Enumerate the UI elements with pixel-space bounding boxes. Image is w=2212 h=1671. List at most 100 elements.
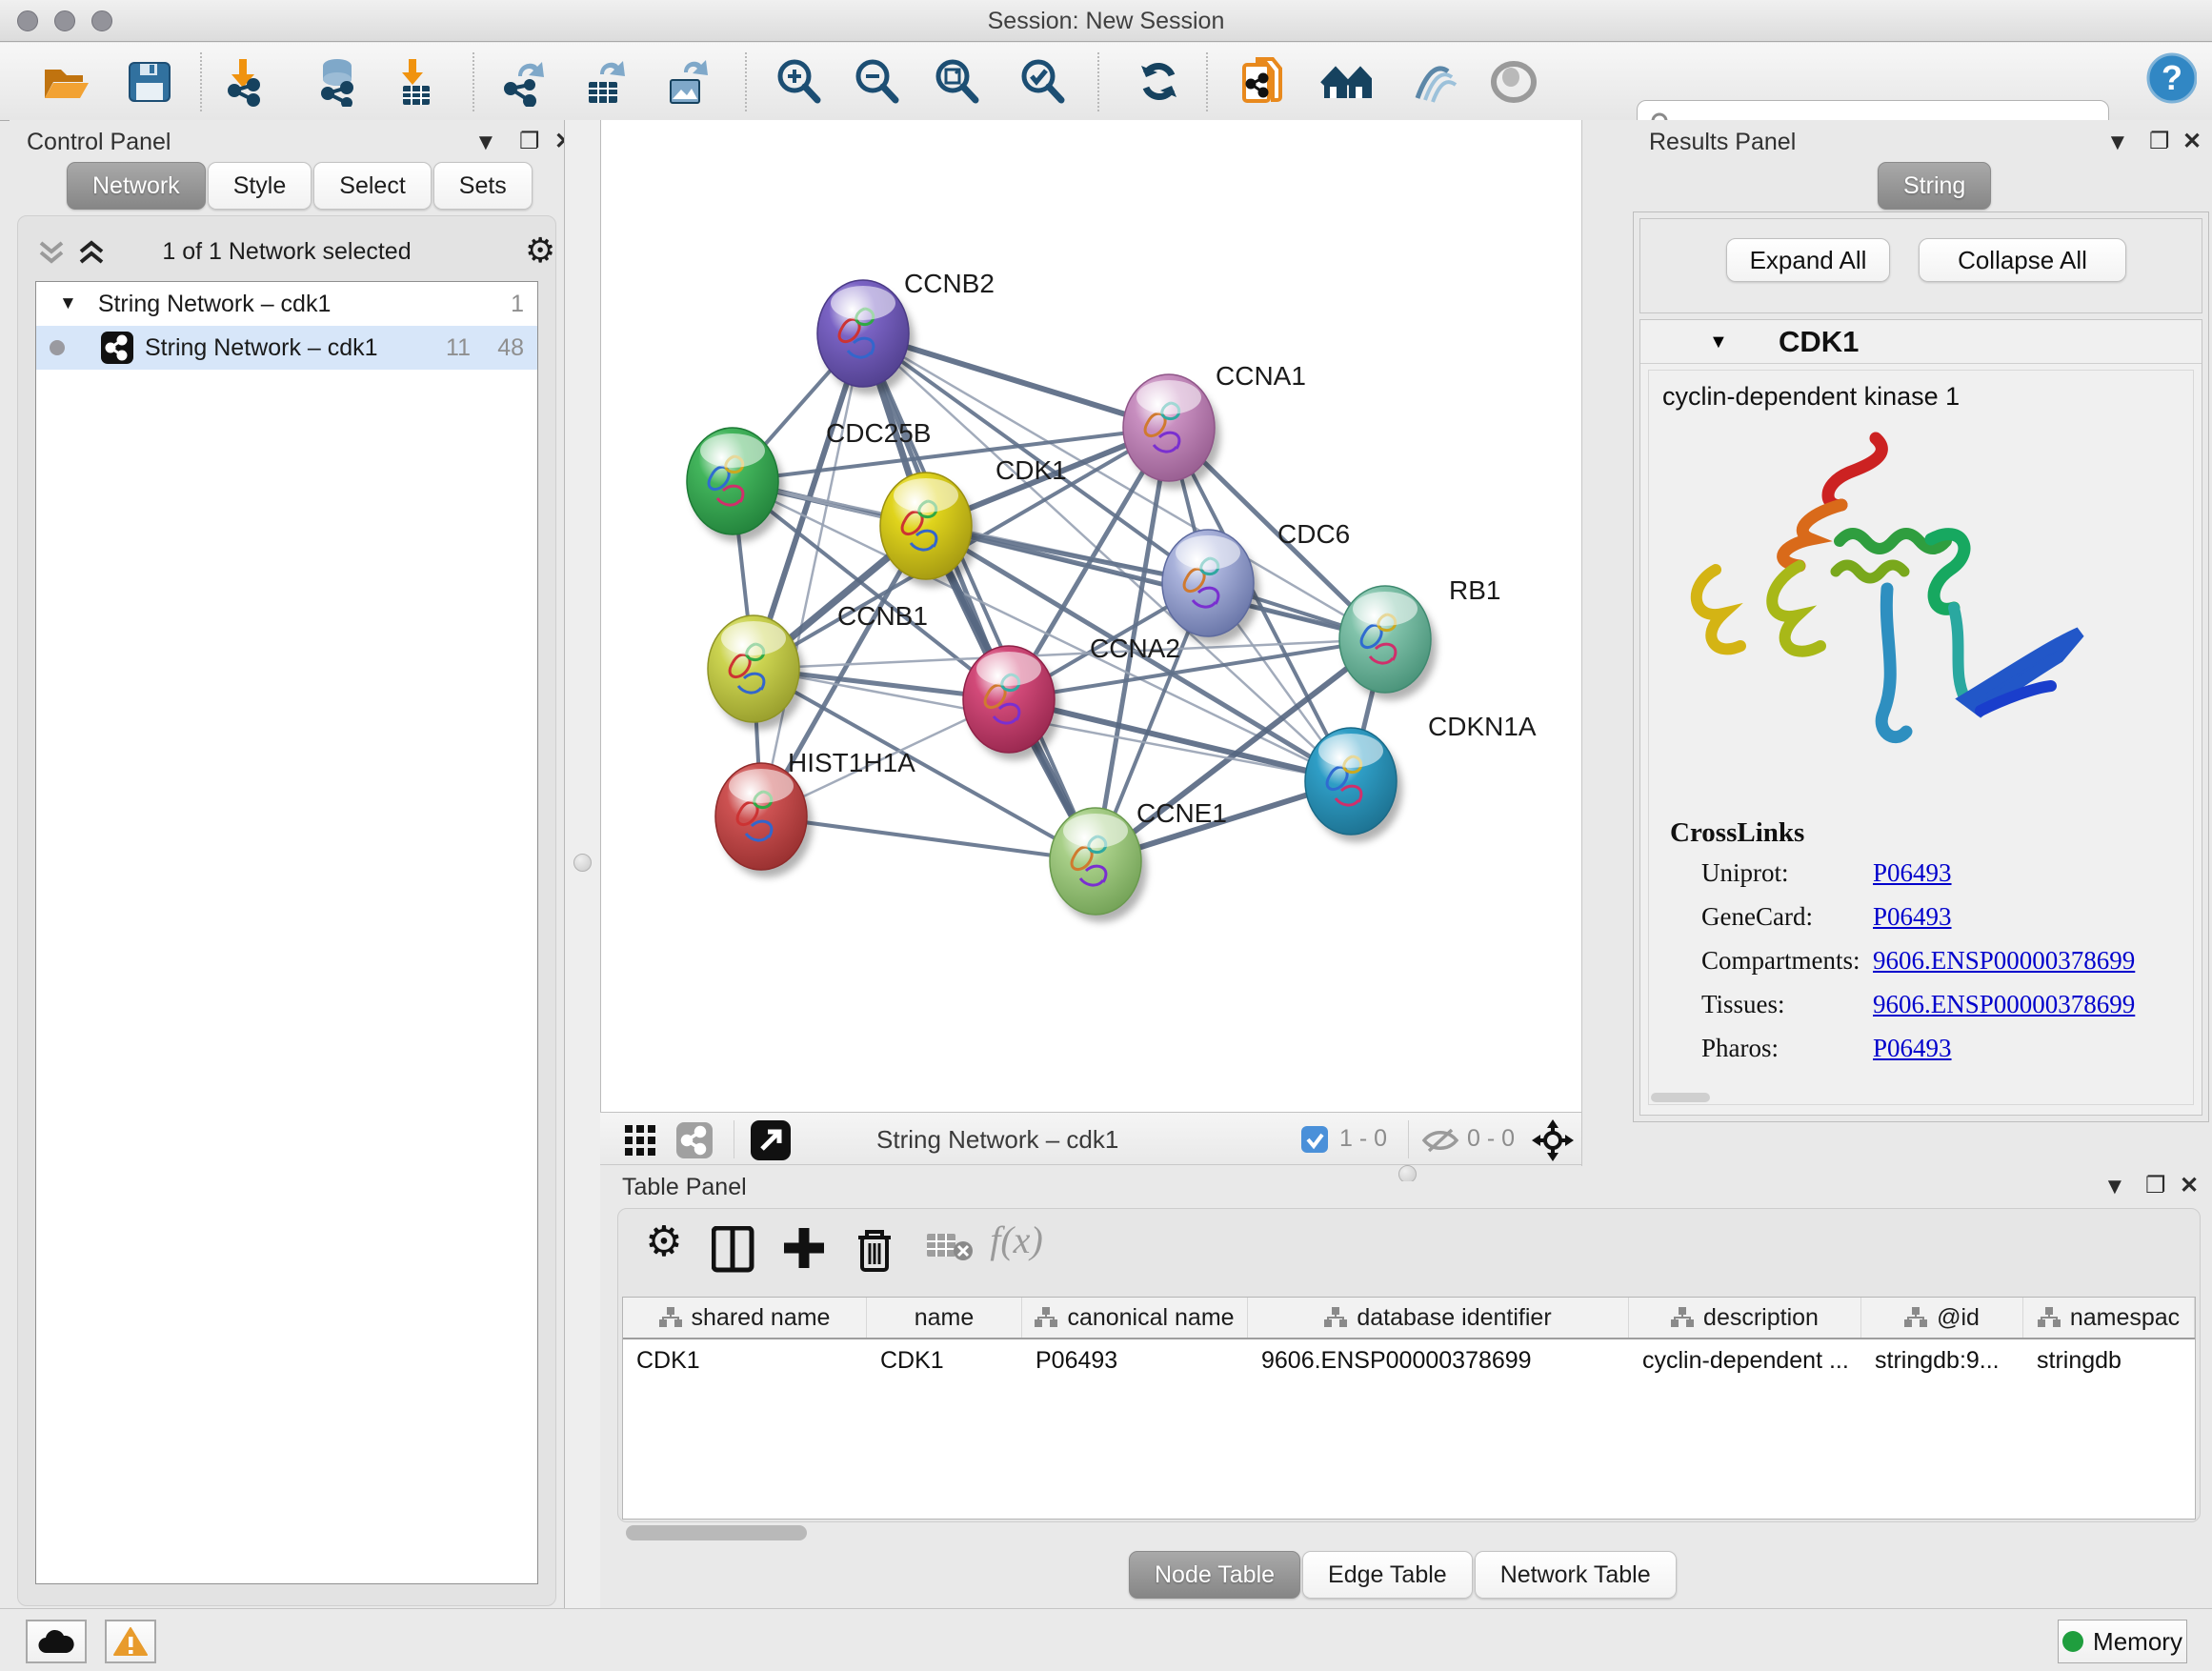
gene-collapse-icon[interactable]: ▼ bbox=[1709, 332, 1728, 353]
expand-all-button[interactable]: Expand All bbox=[1726, 238, 1890, 282]
cloud-button[interactable] bbox=[26, 1620, 87, 1663]
table-cell[interactable]: P06493 bbox=[1022, 1339, 1248, 1383]
delete-column-icon[interactable] bbox=[855, 1226, 904, 1276]
zoom-out-icon[interactable] bbox=[852, 56, 903, 108]
table-hscrollbar-thumb[interactable] bbox=[626, 1525, 807, 1540]
table-panel-menu-icon[interactable]: ▼ bbox=[2103, 1174, 2126, 1200]
refresh-icon[interactable] bbox=[1134, 56, 1185, 108]
tab-edge-table[interactable]: Edge Table bbox=[1302, 1551, 1473, 1599]
network-node-CDKN1A[interactable] bbox=[1305, 728, 1402, 842]
gene-section-header[interactable]: ▼ CDK1 bbox=[1640, 320, 2202, 364]
import-network-database-icon[interactable] bbox=[312, 56, 364, 108]
table-cell[interactable]: 9606.ENSP00000378699 bbox=[1248, 1339, 1629, 1383]
network-edge-count: 48 bbox=[497, 334, 524, 362]
results-panel-menu-icon[interactable]: ▼ bbox=[2106, 130, 2129, 156]
tab-string[interactable]: String bbox=[1878, 162, 1991, 210]
network-node-CCNB1[interactable] bbox=[708, 615, 805, 730]
zoom-fit-icon[interactable] bbox=[932, 56, 983, 108]
export-table-icon[interactable] bbox=[579, 56, 631, 108]
network-node-RB1[interactable] bbox=[1339, 586, 1437, 700]
column-header-shared-name[interactable]: shared name bbox=[623, 1298, 867, 1338]
crosslink-link[interactable]: P06493 bbox=[1873, 858, 1952, 888]
import-network-file-icon[interactable] bbox=[221, 56, 272, 108]
table-cell[interactable]: stringdb bbox=[2023, 1339, 2195, 1383]
network-options-gear-icon[interactable]: ⚙ bbox=[525, 231, 555, 271]
detach-view-icon[interactable] bbox=[751, 1120, 791, 1160]
network-view-type-icon[interactable] bbox=[676, 1122, 713, 1158]
horizontal-splitter[interactable] bbox=[600, 1166, 2212, 1181]
help-icon[interactable]: ? bbox=[2145, 52, 2197, 104]
left-splitter[interactable] bbox=[564, 120, 600, 1608]
crosslink-link[interactable]: 9606.ENSP00000378699 bbox=[1873, 946, 2135, 976]
birdseye-toggle-icon[interactable] bbox=[1532, 1119, 1574, 1161]
network-node-HIST1H1A[interactable] bbox=[715, 763, 813, 877]
birdseye-icon[interactable] bbox=[1488, 56, 1539, 108]
table-panel-float-icon[interactable]: ❐ bbox=[2145, 1172, 2166, 1199]
column-header-description[interactable]: description bbox=[1629, 1298, 1861, 1338]
tab-network-table[interactable]: Network Table bbox=[1475, 1551, 1677, 1599]
import-table-file-icon[interactable] bbox=[391, 56, 442, 108]
column-header-@id[interactable]: @id bbox=[1861, 1298, 2023, 1338]
network-edge[interactable] bbox=[761, 333, 863, 816]
network-node-CDC25B[interactable] bbox=[687, 428, 784, 542]
results-hscrollbar[interactable] bbox=[1651, 1093, 1710, 1102]
column-header-name[interactable]: name bbox=[867, 1298, 1022, 1338]
control-panel-float-icon[interactable]: ❐ bbox=[519, 128, 540, 155]
selected-checkbox-icon[interactable] bbox=[1301, 1126, 1328, 1153]
export-image-icon[interactable] bbox=[661, 56, 713, 108]
column-header-namespac[interactable]: namespac bbox=[2023, 1298, 2195, 1338]
collection-expand-icon[interactable]: ▼ bbox=[59, 293, 77, 314]
crosslink-label: Uniprot: bbox=[1701, 858, 1789, 888]
crosslink-link[interactable]: P06493 bbox=[1873, 902, 1952, 932]
network-node-CDC6[interactable] bbox=[1162, 530, 1259, 644]
tab-style[interactable]: Style bbox=[208, 162, 312, 210]
gene-section: ▼ CDK1 cyclin-dependent kinase 1 bbox=[1639, 319, 2202, 1116]
table-cell[interactable]: stringdb:9... bbox=[1861, 1339, 2023, 1383]
results-panel-float-icon[interactable]: ❐ bbox=[2149, 128, 2170, 155]
tab-node-table[interactable]: Node Table bbox=[1129, 1551, 1300, 1599]
crosslink-link[interactable]: 9606.ENSP00000378699 bbox=[1873, 990, 2135, 1019]
memory-button[interactable]: Memory bbox=[2058, 1620, 2187, 1663]
tab-select[interactable]: Select bbox=[313, 162, 431, 210]
grid-view-icon[interactable] bbox=[625, 1125, 659, 1156]
network-from-file-icon[interactable] bbox=[1238, 56, 1290, 108]
tab-sets[interactable]: Sets bbox=[433, 162, 533, 210]
network-canvas[interactable]: CCNB2CCNA1CDC25BCDK1CDC6RB1CCNB1CCNA2CDK… bbox=[600, 120, 1581, 1112]
hide-graphics-icon[interactable] bbox=[1408, 56, 1459, 108]
control-panel-menu-icon[interactable]: ▼ bbox=[474, 130, 497, 156]
network-node-CCNA2[interactable] bbox=[963, 646, 1060, 760]
show-columns-icon[interactable] bbox=[712, 1226, 761, 1276]
results-panel-close-icon[interactable]: ✕ bbox=[2182, 128, 2202, 155]
network-node-CCNA1[interactable] bbox=[1123, 374, 1220, 489]
table-cell[interactable]: CDK1 bbox=[623, 1339, 867, 1383]
column-header-canonical-name[interactable]: canonical name bbox=[1022, 1298, 1248, 1338]
network-node-CCNE1[interactable] bbox=[1050, 808, 1147, 922]
network-collection-row[interactable]: ▼ String Network – cdk1 1 bbox=[36, 282, 537, 326]
network-node-CDK1[interactable] bbox=[880, 473, 977, 587]
export-network-icon[interactable] bbox=[499, 56, 551, 108]
warnings-button[interactable] bbox=[105, 1620, 156, 1663]
table-panel-close-icon[interactable]: ✕ bbox=[2180, 1172, 2199, 1199]
table-cell[interactable]: cyclin-dependent ... bbox=[1629, 1339, 1861, 1383]
save-session-icon[interactable] bbox=[124, 56, 175, 108]
table-cell[interactable]: CDK1 bbox=[867, 1339, 1022, 1383]
network-row[interactable]: String Network – cdk1 11 48 bbox=[36, 326, 537, 370]
collapse-all-button[interactable]: Collapse All bbox=[1919, 238, 2126, 282]
gene-details: cyclin-dependent kinase 1 bbox=[1648, 370, 2194, 1105]
add-column-icon[interactable] bbox=[782, 1226, 832, 1276]
zoom-in-icon[interactable] bbox=[774, 56, 825, 108]
crosslink-link[interactable]: P06493 bbox=[1873, 1034, 1952, 1063]
tab-network[interactable]: Network bbox=[67, 162, 206, 210]
table-gear-icon[interactable]: ⚙ bbox=[639, 1217, 689, 1266]
memory-label: Memory bbox=[2093, 1627, 2182, 1657]
column-header-database-identifier[interactable]: database identifier bbox=[1248, 1298, 1629, 1338]
left-splitter-handle[interactable] bbox=[573, 854, 592, 872]
table-row[interactable]: CDK1CDK1P064939606.ENSP00000378699cyclin… bbox=[623, 1339, 2195, 1383]
network-graph[interactable]: CCNB2CCNA1CDC25BCDK1CDC6RB1CCNB1CCNA2CDK… bbox=[601, 120, 1582, 1112]
network-edge[interactable] bbox=[863, 333, 1096, 861]
open-session-icon[interactable] bbox=[40, 56, 91, 108]
zoom-selected-icon[interactable] bbox=[1017, 56, 1069, 108]
network-edges[interactable] bbox=[733, 333, 1385, 861]
network-node-CCNB2[interactable] bbox=[817, 280, 915, 394]
home-icon[interactable] bbox=[1320, 56, 1372, 108]
